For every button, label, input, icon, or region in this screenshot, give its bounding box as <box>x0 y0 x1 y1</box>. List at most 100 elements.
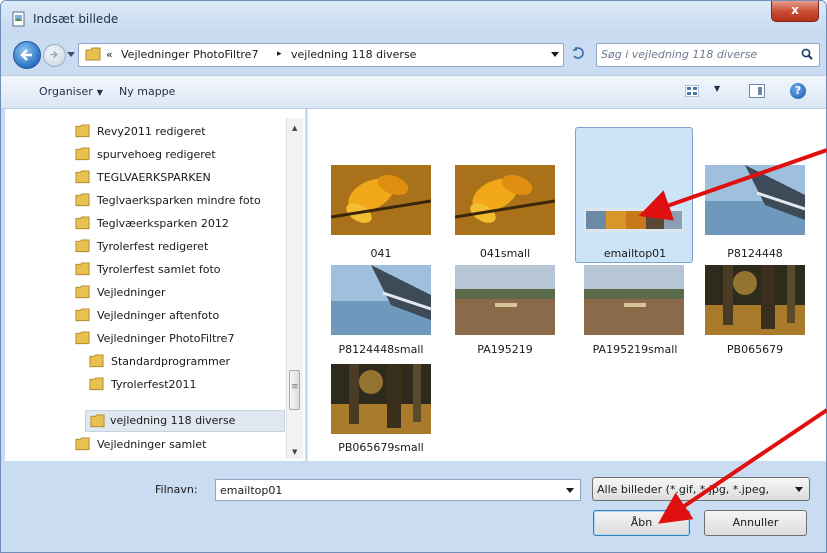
vertical-scrollbar[interactable]: ▲ ▼ <box>286 118 303 459</box>
help-button[interactable]: ? <box>790 83 806 99</box>
tree-item[interactable]: TEGLVAERKSPARKEN <box>75 167 287 189</box>
dialog-footer <box>1 461 826 552</box>
refresh-button[interactable] <box>567 45 589 63</box>
forest-thumbnail <box>705 265 805 335</box>
file-name: PA195219 <box>477 343 533 356</box>
search-box[interactable] <box>596 43 820 67</box>
chevron-down-icon[interactable] <box>566 488 574 494</box>
breadcrumb-item[interactable]: Vejledninger PhotoFiltre7 <box>121 48 258 61</box>
refresh-icon <box>573 47 584 59</box>
tree-item[interactable]: Standardprogrammer <box>89 351 287 373</box>
lake-bridge-thumbnail <box>331 265 431 335</box>
folder-icon <box>75 170 90 184</box>
folder-icon <box>89 377 104 391</box>
tree-item-label: Teglvaerksparken mindre foto <box>97 194 261 207</box>
navigation-pane: Revy2011 redigeret spurvehoeg redigeret … <box>5 109 305 461</box>
scroll-up-icon[interactable]: ▲ <box>292 124 297 132</box>
autumn-leaves-thumbnail <box>455 165 555 235</box>
filename-input[interactable] <box>220 483 550 497</box>
tree-item[interactable]: Vejledninger <box>75 282 287 304</box>
breadcrumb-item[interactable]: vejledning 118 diverse <box>291 48 416 61</box>
tree-item[interactable]: Tyrolerfest redigeret <box>75 236 287 258</box>
chevron-down-icon <box>795 487 803 492</box>
file-type-value: Alle billeder (*.gif, *.jpg, *.jpeg, <box>597 483 770 496</box>
folder-icon <box>75 147 90 161</box>
tree-item-label: Vejledninger aftenfoto <box>97 309 220 322</box>
lake-bridge-thumbnail <box>705 165 805 235</box>
tree-item-label: Vejledninger <box>97 286 166 299</box>
forest-thumbnail <box>331 364 431 434</box>
tree-item[interactable]: Revy2011 redigeret <box>75 121 287 143</box>
autumn-leaves-thumbnail <box>331 165 431 235</box>
file-type-select[interactable]: Alle billeder (*.gif, *.jpg, *.jpeg, <box>592 477 810 501</box>
tree-item-label: Tyrolerfest samlet foto <box>97 263 221 276</box>
tree-item-label: spurvehoeg redigeret <box>97 148 216 161</box>
breadcrumb-separator[interactable]: ▸ <box>277 49 282 59</box>
folder-icon <box>90 414 105 428</box>
preview-pane-button[interactable] <box>749 84 765 98</box>
back-button[interactable] <box>13 41 41 69</box>
tree-item[interactable]: spurvehoeg redigeret <box>75 144 287 166</box>
tree-item-label: Tyrolerfest redigeret <box>97 240 209 253</box>
open-button[interactable]: Åbn <box>593 510 690 536</box>
insert-image-dialog: Indsæt billede x « Vejledninger PhotoFil… <box>0 0 827 553</box>
tree-item-label: Vejledninger samlet <box>97 438 207 451</box>
tree-item[interactable]: Tyrolerfest samlet foto <box>75 259 287 281</box>
tree-item[interactable]: Vejledninger aftenfoto <box>75 305 287 327</box>
folder-open-icon <box>75 331 90 345</box>
search-icon[interactable] <box>801 48 813 60</box>
folder-icon <box>75 124 90 138</box>
tree-item-label: Standardprogrammer <box>111 355 231 368</box>
filename-combobox[interactable] <box>215 479 581 501</box>
marsh-thumbnail <box>455 265 555 335</box>
tree-item-label: Revy2011 redigeret <box>97 125 206 138</box>
folder-icon <box>75 239 90 253</box>
file-name: PB065679 <box>726 343 784 356</box>
window-title: Indsæt billede <box>33 12 119 26</box>
close-button[interactable]: x <box>771 1 819 22</box>
folder-icon <box>89 354 104 368</box>
command-bar: Organiser ▼ Ny mappe ▼ ? <box>1 75 826 109</box>
folder-icon <box>75 262 90 276</box>
scroll-down-icon[interactable]: ▼ <box>292 448 297 456</box>
scrollbar-thumb[interactable] <box>289 370 300 410</box>
tree-item[interactable]: Tyrolerfest2011 <box>89 374 287 396</box>
tree-item-label: Teglvæerksparken 2012 <box>97 217 229 230</box>
title-bar: Indsæt billede x <box>1 1 826 39</box>
tree-item-selected[interactable]: vejledning 118 diverse <box>85 410 285 432</box>
tree-item[interactable]: Vejledninger samlet <box>75 434 287 456</box>
tree-item[interactable]: Vejledninger PhotoFiltre7 <box>75 328 287 350</box>
tree-item[interactable]: Teglvæerksparken 2012 <box>75 213 287 235</box>
breadcrumb-overflow[interactable]: « <box>106 48 113 61</box>
file-item[interactable]: PB065679 <box>696 259 826 377</box>
filename-label: Filnavn: <box>155 483 198 496</box>
file-item[interactable]: PA195219small <box>575 259 695 377</box>
file-item[interactable]: PA195219 <box>446 259 564 377</box>
forward-button[interactable] <box>43 44 66 67</box>
organize-label: Organiser <box>39 85 93 98</box>
file-name: PB065679small <box>338 441 424 454</box>
tree-item[interactable]: Teglvaerksparken mindre foto <box>75 190 287 212</box>
email-banner-thumbnail <box>584 208 684 232</box>
address-bar[interactable]: « Vejledninger PhotoFiltre7 ▸ vejledning… <box>78 43 564 67</box>
file-name: PA195219small <box>592 343 678 356</box>
folder-icon <box>75 216 90 230</box>
chevron-down-icon[interactable] <box>551 52 559 58</box>
file-item-selected[interactable]: emailtop01 <box>575 127 693 263</box>
view-options-icon[interactable] <box>685 85 699 97</box>
organize-button[interactable]: Organiser ▼ <box>39 85 103 98</box>
file-item[interactable]: PB065679small <box>322 357 440 475</box>
file-name: P8124448small <box>338 343 424 356</box>
folder-icon <box>75 437 90 451</box>
folder-icon <box>75 285 90 299</box>
image-file-icon <box>12 11 25 27</box>
folder-icon <box>75 193 90 207</box>
new-folder-button[interactable]: Ny mappe <box>119 85 175 98</box>
search-input[interactable] <box>601 46 787 62</box>
marsh-thumbnail <box>584 265 684 335</box>
folder-icon <box>85 47 101 61</box>
view-chevron-down-icon[interactable]: ▼ <box>714 84 720 93</box>
recent-pages-chevron-down-icon[interactable] <box>67 50 75 58</box>
cancel-button[interactable]: Annuller <box>704 510 807 536</box>
file-list-pane: 041 041small emailtop01 P8124448 P812444… <box>307 109 826 461</box>
